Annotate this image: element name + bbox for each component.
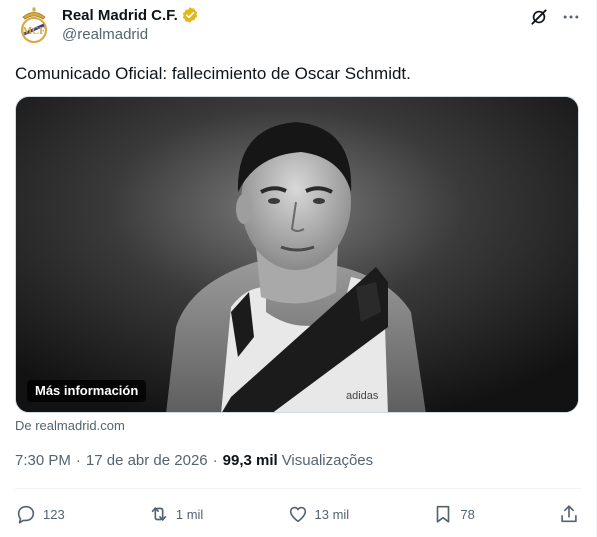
verified-badge-icon[interactable] — [181, 6, 199, 24]
repost-button[interactable]: 1 mil — [148, 503, 203, 525]
tweet-date[interactable]: 17 de abr de 2026 — [86, 452, 208, 469]
like-button[interactable]: 13 mil — [287, 503, 350, 525]
more-dots-icon[interactable] — [560, 6, 582, 28]
action-bar: 123 1 mil 13 mil 78 — [15, 500, 580, 528]
tweet-text: Comunicado Oficial: fallecimiento de Osc… — [15, 64, 411, 83]
reply-count: 123 — [43, 506, 65, 522]
meta-separator: · — [75, 452, 81, 469]
tweet-card: MCF Real Madrid C.F. @realmadrid Comunic… — [0, 0, 597, 537]
avatar[interactable]: MCF — [14, 6, 54, 46]
views-count: 99,3 mil — [222, 452, 278, 469]
player-photo: adidas — [16, 97, 578, 412]
media-card[interactable]: adidas — [15, 96, 579, 413]
divider — [15, 488, 581, 489]
heart-icon — [289, 506, 306, 523]
reply-icon — [17, 505, 35, 524]
repost-icon — [151, 507, 167, 521]
share-icon — [561, 505, 577, 523]
views-label: Visualizações — [281, 452, 374, 469]
handle[interactable]: @realmadrid — [62, 26, 199, 43]
grok-icon[interactable] — [528, 6, 550, 28]
bookmark-button[interactable]: 78 — [432, 503, 475, 525]
reply-button[interactable]: 123 — [15, 503, 65, 525]
real-madrid-crest-icon: MCF — [21, 7, 47, 43]
repost-count: 1 mil — [175, 506, 204, 522]
like-count: 13 mil — [314, 506, 350, 522]
jersey-brand-text: adidas — [346, 390, 379, 402]
source-link[interactable]: De realmadrid.com — [15, 418, 125, 433]
share-button[interactable] — [558, 503, 580, 525]
top-actions — [528, 6, 582, 28]
bookmark-icon — [437, 505, 450, 523]
svg-text:MCF: MCF — [23, 26, 46, 37]
meta-separator: · — [212, 452, 218, 469]
author-info: Real Madrid C.F. @realmadrid — [62, 5, 199, 43]
tweet-time[interactable]: 7:30 PM — [15, 452, 71, 469]
display-name[interactable]: Real Madrid C.F. — [62, 7, 178, 24]
more-info-badge[interactable]: Más información — [27, 380, 147, 402]
tweet-meta: 7:30 PM · 17 de abr de 2026 · 99,3 mil V… — [15, 452, 373, 469]
bookmark-count: 78 — [460, 506, 475, 522]
